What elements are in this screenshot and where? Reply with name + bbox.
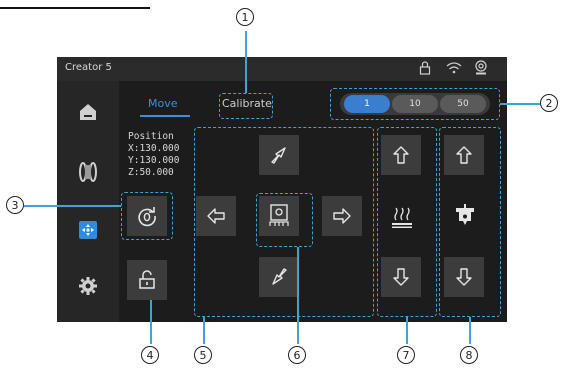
control-icon — [79, 221, 97, 239]
leader-8 — [469, 317, 471, 344]
callout-5: 5 — [194, 346, 212, 364]
callout-3: 3 — [6, 196, 24, 214]
app-title: Creator 5 — [65, 62, 112, 73]
leader-1 — [245, 31, 247, 93]
leader-5 — [203, 317, 205, 344]
sidebar-item-settings[interactable] — [71, 269, 105, 303]
home-icon — [80, 104, 96, 120]
callout-box-1 — [219, 93, 273, 119]
leader-6 — [297, 247, 299, 344]
position-label: Position — [128, 131, 174, 142]
unlock-icon — [139, 270, 155, 289]
sidebar-item-control[interactable] — [71, 213, 105, 247]
callout-6: 6 — [288, 346, 306, 364]
callout-7: 7 — [397, 346, 415, 364]
sidebar-item-filament[interactable] — [71, 155, 105, 189]
callout-4: 4 — [141, 346, 159, 364]
leader-4 — [150, 300, 152, 344]
lock-icon — [419, 61, 431, 75]
unlock-motors-button[interactable] — [127, 260, 167, 300]
position-x: X:130.000 — [128, 143, 180, 154]
callout-box-8 — [439, 127, 501, 317]
callout-box-6 — [256, 193, 313, 247]
filament-spool-icon — [79, 162, 97, 182]
gear-icon — [79, 277, 97, 295]
position-z: Z:50.000 — [128, 167, 174, 178]
callout-box-3 — [121, 192, 173, 240]
leader-2 — [500, 103, 540, 105]
callout-8: 8 — [460, 346, 478, 364]
leader-3 — [24, 205, 121, 207]
tab-move[interactable]: Move — [148, 97, 178, 110]
tab-move-underline — [140, 115, 190, 117]
position-y: Y:130.000 — [128, 155, 180, 166]
callout-box-7 — [377, 127, 437, 317]
top-rule — [0, 7, 150, 9]
leader-7 — [406, 317, 408, 344]
wifi-icon — [446, 62, 462, 74]
callout-box-2 — [330, 88, 500, 120]
callout-2: 2 — [540, 94, 558, 112]
status-bar — [57, 57, 507, 81]
camera-icon — [475, 60, 487, 75]
callout-1: 1 — [236, 8, 254, 26]
sidebar-item-home[interactable] — [71, 95, 105, 129]
